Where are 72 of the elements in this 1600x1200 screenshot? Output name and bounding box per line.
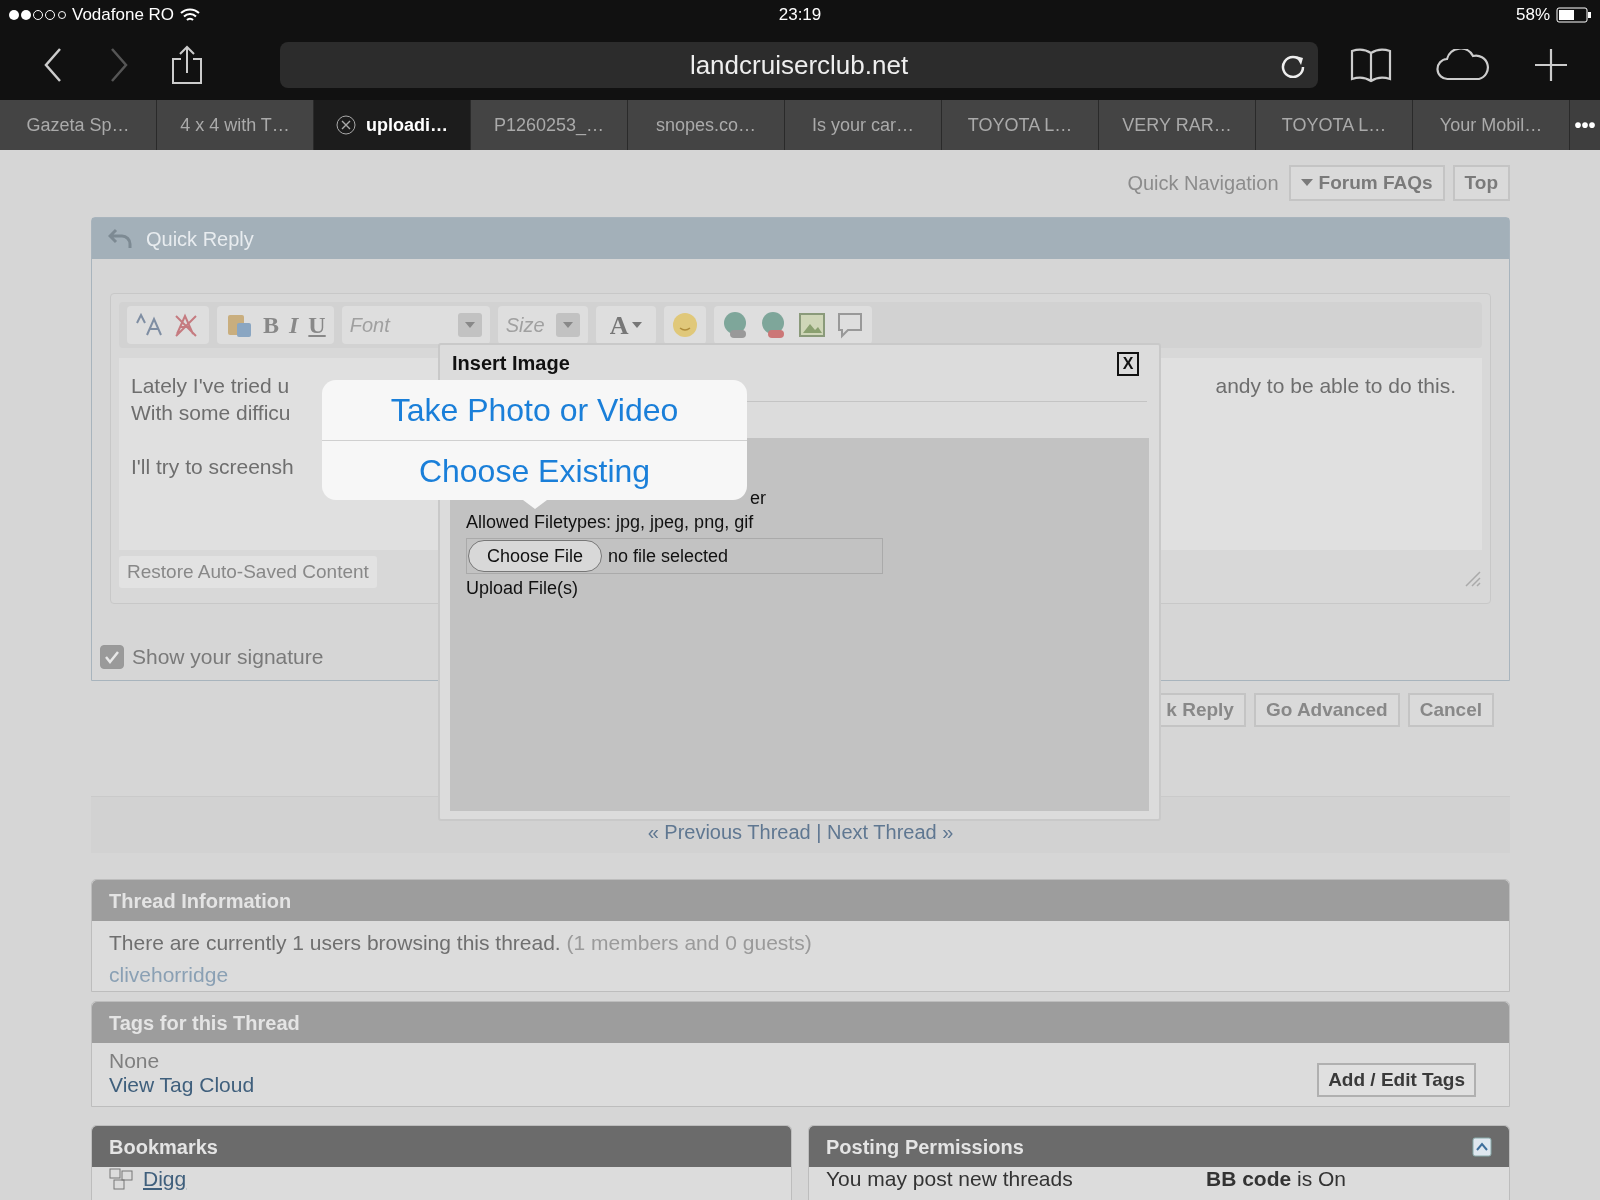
collapse-icon[interactable] [1472,1136,1492,1157]
browser-tab[interactable]: Gazeta Sp… [0,100,157,150]
browser-tab[interactable]: snopes.co… [628,100,785,150]
bold-button[interactable]: B [263,307,279,343]
reply-arrow-icon [108,227,134,250]
message-text: I'll try to screensh [131,454,294,480]
caret-icon [632,322,643,328]
choose-file-button[interactable]: Choose File [468,540,603,572]
browser-tab[interactable]: VERY RAR… [1099,100,1256,150]
checkmark-icon [104,649,120,664]
browser-tab[interactable]: P1260253_… [471,100,628,150]
share-icon[interactable] [170,45,204,85]
signature-label: Show your signature [132,644,324,670]
panel-title: Thread Information [109,888,292,914]
browser-tab[interactable]: Your Mobil… [1413,100,1570,150]
url-text: landcruiserclub.net [689,48,909,82]
panel-title: Tags for this Thread [109,1010,300,1036]
cancel-button[interactable]: Cancel [1407,693,1494,727]
browser-tab[interactable]: uploadi… [314,100,471,150]
italic-button[interactable]: I [289,307,299,343]
signal-icon [8,9,66,21]
browser-tab[interactable]: TOYOTA L… [1256,100,1413,150]
bb-code-status: BB code is On [1206,1167,1347,1191]
message-text: Lately I've tried u [131,373,290,399]
close-icon[interactable] [336,115,356,135]
caret-icon [1300,179,1313,187]
browser-tab[interactable]: Is your car… [785,100,942,150]
wifi-icon [180,7,201,23]
browser-tab[interactable]: TOYOTA L… [942,100,1099,150]
top-button[interactable]: Top [1452,165,1510,201]
image-icon[interactable] [798,311,827,339]
upload-files-label: Upload File(s) [466,577,579,600]
panel-title: Posting Permissions [826,1134,1024,1160]
view-tag-cloud-link[interactable]: View Tag Cloud [109,1073,255,1097]
status-time: 23:19 [777,4,823,27]
file-input[interactable]: Choose File no file selected [466,538,883,574]
panel-title: Quick Reply [146,226,254,252]
users-browsing-text: There are currently 1 users browsing this thread. (1 members and 0 guests) [109,930,813,956]
smiley-icon[interactable] [672,312,699,338]
close-button[interactable]: X [1117,352,1139,376]
bookmark-link[interactable]: Digg [143,1167,187,1191]
forum-faqs-button[interactable]: Forum FAQs [1288,165,1445,201]
browser-tab[interactable]: 4 x 4 with T… [157,100,314,150]
address-bar[interactable]: landcruiserclub.net [280,42,1318,88]
underline-button[interactable]: U [308,307,326,343]
popover-option[interactable]: Choose Existing [322,440,747,500]
go-advanced-button[interactable]: Go Advanced [1253,693,1400,727]
permission-text: You may post new threads [826,1167,1074,1191]
restore-content-button[interactable]: Restore Auto-Saved Content [119,556,377,588]
text-color-button[interactable]: A [595,306,657,344]
plus-icon[interactable] [1534,48,1568,82]
carrier-name: Vodafone RO [72,4,175,27]
upload-instruction: er [750,487,766,510]
allowed-filetypes-text: Allowed Filetypes: jpg, jpeg, png, gif [466,511,754,534]
battery-percent: 58% [1515,4,1550,27]
panel-title: Bookmarks [109,1134,218,1160]
quick-navigation-label: Quick Navigation [1127,171,1279,196]
file-status-text: no file selected [608,545,729,568]
message-text: andy to be able to do this. [1215,373,1457,399]
tags-none-text: None [109,1049,161,1073]
book-icon[interactable] [1350,47,1392,83]
thread-navigation-links[interactable]: « Previous Thread | Next Thread » [647,817,954,847]
message-text: With some difficu [131,400,291,426]
quote-bubble-icon[interactable] [836,311,865,339]
battery-icon [1556,7,1592,23]
signature-checkbox[interactable] [100,644,124,669]
cloud-icon[interactable] [1436,49,1490,81]
more-tabs-button[interactable]: ••• [1570,100,1600,150]
font-size-icon[interactable] [135,313,163,337]
add-edit-tags-button[interactable]: Add / Edit Tags [1317,1063,1476,1097]
dialog-title: Insert Image [452,353,570,373]
popover-option[interactable]: Take Photo or Video [322,380,747,440]
